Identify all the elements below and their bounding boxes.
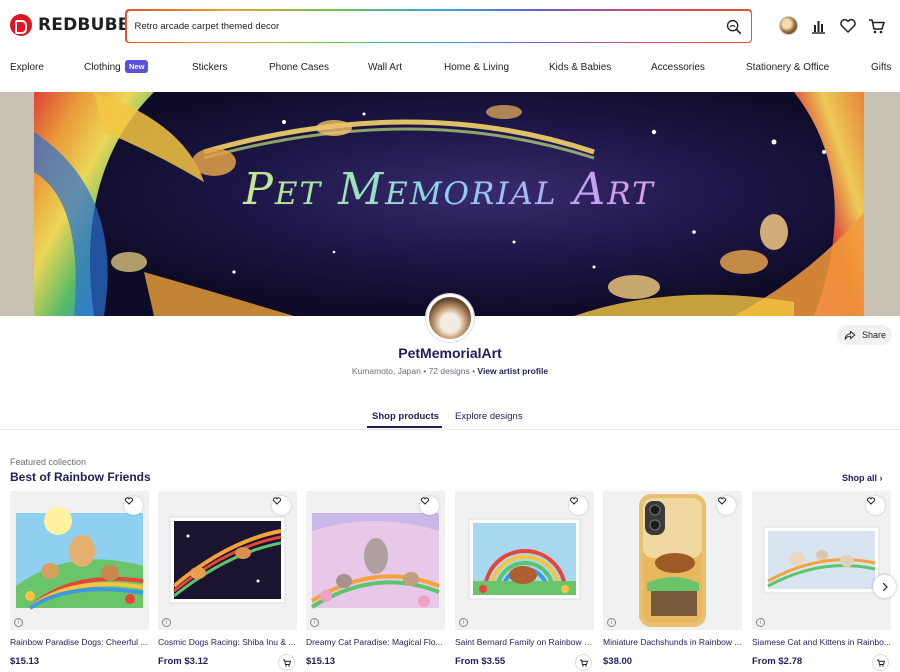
- nav-gifts[interactable]: Gifts: [871, 62, 892, 73]
- shop-all-link[interactable]: Shop all ›: [842, 473, 883, 483]
- product-image[interactable]: i: [455, 491, 594, 630]
- product-price: From $3.55: [455, 656, 506, 667]
- cart-icon: [282, 659, 291, 667]
- nav-kids-babies[interactable]: Kids & Babies: [549, 62, 611, 73]
- cart-icon: [579, 659, 588, 667]
- heart-icon: [420, 497, 430, 505]
- view-artist-profile-link[interactable]: View artist profile: [477, 366, 548, 376]
- info-icon[interactable]: i: [459, 618, 468, 627]
- favorite-button[interactable]: [866, 496, 885, 515]
- banner-title: Pet Memorial Art: [34, 164, 864, 215]
- product-card[interactable]: i Miniature Dachshunds in Rainbow ... $3…: [603, 491, 742, 672]
- info-icon[interactable]: i: [162, 618, 171, 627]
- collection-kicker: Featured collection: [10, 457, 87, 467]
- favorite-button[interactable]: [124, 496, 143, 515]
- category-nav: Explore Clothing New Stickers Phone Case…: [0, 58, 900, 80]
- collection-title: Best of Rainbow Friends: [10, 470, 151, 484]
- tab-explore-designs[interactable]: Explore designs: [455, 411, 523, 422]
- search-bar: [125, 9, 752, 43]
- share-icon: [844, 330, 856, 340]
- tab-shop-products[interactable]: Shop products: [372, 411, 439, 422]
- artist-meta: Kumamoto, Japan • 72 designs • View arti…: [351, 366, 549, 376]
- chevron-right-icon: ›: [879, 473, 883, 483]
- artist-location: Kumamoto, Japan: [351, 366, 421, 376]
- product-title[interactable]: Miniature Dachshunds in Rainbow ...: [603, 637, 742, 647]
- artist-design-count: 72 designs: [428, 366, 470, 376]
- favorite-button[interactable]: [717, 496, 736, 515]
- product-card[interactable]: i Saint Bernard Family on Rainbow F... F…: [455, 491, 594, 672]
- banner-image: Pet Memorial Art: [34, 92, 864, 316]
- product-card[interactable]: i Dreamy Cat Paradise: Magical Flo... $1…: [306, 491, 445, 672]
- product-title[interactable]: Cosmic Dogs Racing: Shiba Inu & ...: [158, 637, 297, 647]
- product-image[interactable]: i: [752, 491, 891, 630]
- cart-icon[interactable]: [867, 16, 887, 36]
- new-badge: New: [125, 60, 149, 73]
- product-price: $15.13: [306, 656, 336, 667]
- share-button[interactable]: Share: [837, 325, 892, 345]
- product-image[interactable]: i: [603, 491, 742, 630]
- info-icon[interactable]: i: [14, 618, 23, 627]
- nav-clothing[interactable]: Clothing: [84, 62, 121, 73]
- heart-icon: [569, 497, 579, 505]
- info-icon[interactable]: i: [310, 618, 319, 627]
- product-image[interactable]: i: [158, 491, 297, 630]
- info-icon[interactable]: i: [756, 618, 765, 627]
- product-title[interactable]: Rainbow Paradise Dogs: Cheerful ...: [10, 637, 149, 647]
- user-avatar[interactable]: [779, 16, 798, 35]
- product-image[interactable]: i: [306, 491, 445, 630]
- product-price: From $2.78: [752, 656, 803, 667]
- heart-icon[interactable]: [838, 16, 858, 36]
- info-icon[interactable]: i: [607, 618, 616, 627]
- logo-icon: [10, 14, 32, 36]
- product-card[interactable]: i Cosmic Dogs Racing: Shiba Inu & ... Fr…: [158, 491, 297, 672]
- nav-stationery-office[interactable]: Stationery & Office: [746, 62, 829, 73]
- chart-icon[interactable]: [808, 16, 828, 36]
- product-card[interactable]: i Siamese Cat and Kittens in Rainbo... F…: [752, 491, 891, 672]
- profile-tabs: Shop products Explore designs: [0, 406, 900, 430]
- search-input[interactable]: [134, 17, 715, 36]
- heart-icon: [124, 497, 134, 505]
- header: REDBUBBLE: [0, 0, 900, 52]
- favorite-button[interactable]: [420, 496, 439, 515]
- nav-home-living[interactable]: Home & Living: [444, 62, 509, 73]
- artist-avatar: [426, 294, 474, 342]
- add-to-cart-button[interactable]: [278, 654, 295, 671]
- shop-banner: Pet Memorial Art: [0, 92, 900, 316]
- heart-icon: [717, 497, 727, 505]
- nav-explore[interactable]: Explore: [10, 62, 44, 73]
- nav-wall-art[interactable]: Wall Art: [368, 62, 402, 73]
- add-to-cart-button[interactable]: [575, 654, 592, 671]
- shop-all-label: Shop all: [842, 473, 878, 483]
- nav-accessories[interactable]: Accessories: [651, 62, 705, 73]
- cart-icon: [876, 659, 885, 667]
- carousel-next-button[interactable]: [873, 575, 896, 598]
- favorite-button[interactable]: [569, 496, 588, 515]
- product-title[interactable]: Siamese Cat and Kittens in Rainbo...: [752, 637, 891, 647]
- heart-icon: [272, 497, 282, 505]
- add-to-cart-button[interactable]: [872, 654, 889, 671]
- product-price: $38.00: [603, 656, 633, 667]
- product-title[interactable]: Saint Bernard Family on Rainbow F...: [455, 637, 594, 647]
- product-price: $15.13: [10, 656, 40, 667]
- product-image[interactable]: i: [10, 491, 149, 630]
- share-label: Share: [862, 330, 887, 340]
- artist-name: PetMemorialArt: [398, 345, 502, 361]
- chevron-right-icon: [882, 582, 888, 591]
- favorite-button[interactable]: [272, 496, 291, 515]
- heart-icon: [866, 497, 876, 505]
- product-price: From $3.12: [158, 656, 209, 667]
- nav-stickers[interactable]: Stickers: [192, 62, 228, 73]
- search-icon[interactable]: [725, 18, 742, 35]
- product-card[interactable]: i Rainbow Paradise Dogs: Cheerful ... $1…: [10, 491, 149, 672]
- nav-phone-cases[interactable]: Phone Cases: [269, 62, 329, 73]
- product-title[interactable]: Dreamy Cat Paradise: Magical Flo...: [306, 637, 445, 647]
- active-tab-indicator: [367, 426, 442, 428]
